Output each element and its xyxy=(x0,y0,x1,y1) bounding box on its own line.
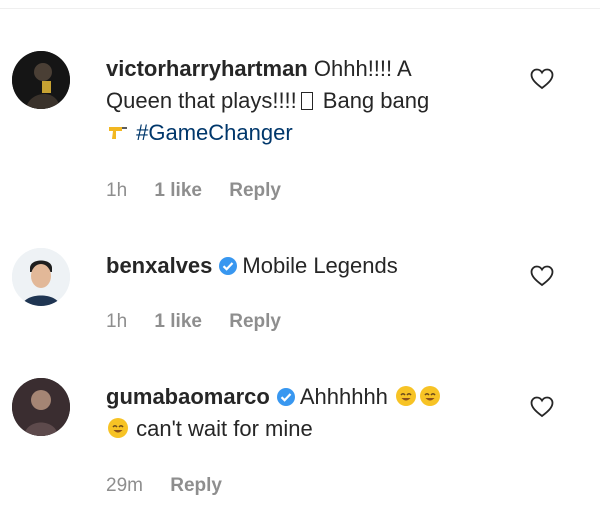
heart-icon[interactable] xyxy=(530,68,554,90)
comment-meta: 1h 1 like Reply xyxy=(106,311,303,333)
comment-text-line1: Mobile Legends xyxy=(242,253,398,278)
comment-likes[interactable]: 1 like xyxy=(154,311,202,332)
avatar[interactable] xyxy=(12,51,70,109)
comment-username[interactable]: victorharryhartman xyxy=(106,56,308,81)
comment-meta: 1h 1 like Reply xyxy=(106,180,303,202)
comment-text-line1: Ahhhhhh xyxy=(299,384,388,409)
pistol-emoji-icon xyxy=(107,121,129,143)
smiling-face-emoji-icon xyxy=(395,385,417,407)
person-avatar-icon xyxy=(12,378,70,436)
verified-badge-icon xyxy=(218,256,238,276)
comment-text-line3: Bang bang xyxy=(322,88,430,113)
missing-glyph-icon xyxy=(300,92,313,110)
smiling-face-emoji-icon xyxy=(419,385,441,407)
avatar[interactable] xyxy=(12,378,70,436)
comment-text-line2: can't wait for mine xyxy=(136,416,313,441)
reply-button[interactable]: Reply xyxy=(229,311,281,332)
person-avatar-icon xyxy=(12,248,70,306)
verified-badge-icon xyxy=(276,387,296,407)
avatar[interactable] xyxy=(12,248,70,306)
comment-likes[interactable]: 1 like xyxy=(154,180,202,201)
comment-time[interactable]: 1h xyxy=(106,180,127,201)
heart-icon[interactable] xyxy=(530,265,554,287)
comment-body: benxalves Mobile Legends xyxy=(106,250,516,282)
comment-time[interactable]: 29m xyxy=(106,475,143,496)
person-avatar-icon xyxy=(12,51,70,109)
reply-button[interactable]: Reply xyxy=(170,475,222,496)
comment-username[interactable]: gumabaomarco xyxy=(106,384,270,409)
comment-text-line2: Queen that plays!!!! xyxy=(106,88,297,113)
comment-body: gumabaomarco Ahhhhhh can't wait for mine xyxy=(106,381,516,445)
comment-username[interactable]: benxalves xyxy=(106,253,212,278)
comment-time[interactable]: 1h xyxy=(106,311,127,332)
comment-meta: 29m Reply xyxy=(106,475,244,497)
heart-icon[interactable] xyxy=(530,396,554,418)
comment-body: victorharryhartman Ohhh!!!! A Queen that… xyxy=(106,53,516,149)
smiling-face-emoji-icon xyxy=(107,417,129,439)
reply-button[interactable]: Reply xyxy=(229,180,281,201)
comment-text-line1: Ohhh!!!! A xyxy=(313,56,412,81)
top-divider xyxy=(0,8,600,9)
hashtag-link[interactable]: #GameChanger xyxy=(136,120,293,145)
